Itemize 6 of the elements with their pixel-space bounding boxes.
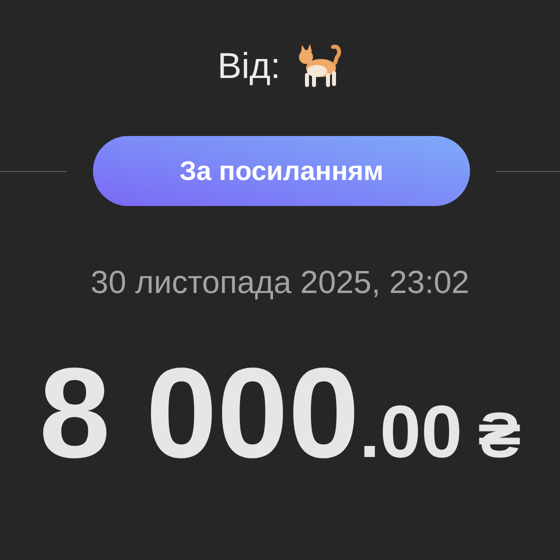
amount-fraction: .00 xyxy=(359,395,462,469)
currency-sign: ₴ xyxy=(478,403,521,467)
sender-label: Від: xyxy=(217,44,281,88)
amount-integer: 8 000 xyxy=(39,350,360,478)
transfer-date: 30 листопада 2025, 23:02 xyxy=(90,263,470,302)
source-badge: За посиланням xyxy=(93,136,470,206)
